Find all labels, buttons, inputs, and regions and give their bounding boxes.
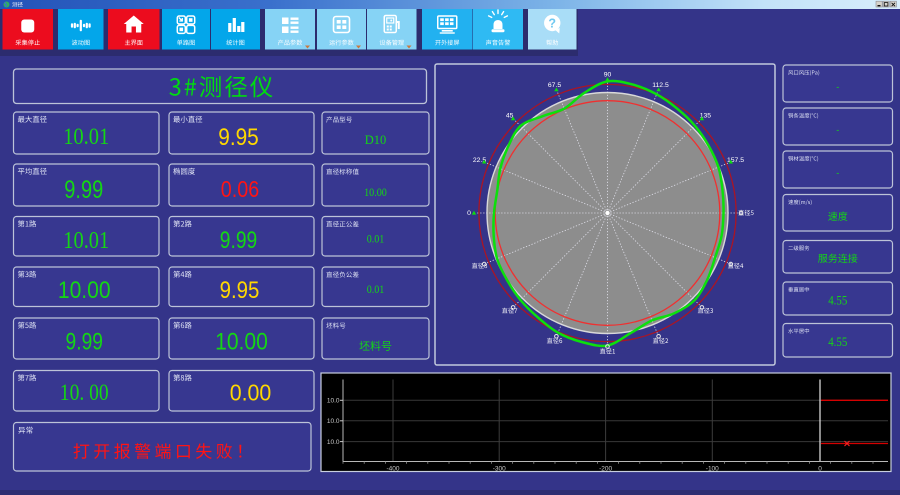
svg-text:9.95: 9.95 (218, 124, 259, 151)
svg-text:10.00: 10.00 (215, 329, 268, 356)
svg-text:10.00: 10.00 (364, 185, 387, 199)
svg-text:9.99: 9.99 (220, 227, 257, 254)
svg-text:-: - (836, 125, 839, 135)
svg-text:10.01: 10.01 (63, 124, 109, 149)
svg-text:10.0: 10.0 (327, 439, 340, 446)
svg-text:0.01: 0.01 (367, 232, 385, 246)
svg-text:0.06: 0.06 (221, 176, 259, 202)
svg-text:0.01: 0.01 (367, 282, 385, 296)
svg-text:112.5: 112.5 (652, 82, 669, 89)
svg-text:4.55: 4.55 (828, 334, 847, 349)
svg-text:10.00: 10.00 (58, 277, 111, 304)
svg-text:10.0: 10.0 (327, 398, 340, 405)
svg-text:0.00: 0.00 (230, 380, 272, 406)
svg-text:-: - (836, 168, 839, 178)
svg-text:-400: -400 (386, 465, 399, 472)
svg-text:?: ? (548, 17, 556, 31)
svg-text:-300: -300 (493, 465, 506, 472)
svg-text:4.55: 4.55 (828, 293, 847, 308)
svg-text:10.01: 10.01 (63, 228, 109, 254)
svg-text:D10: D10 (365, 133, 387, 147)
svg-text:0: 0 (467, 210, 471, 217)
svg-text:10. 00: 10. 00 (60, 380, 109, 405)
svg-text:-200: -200 (599, 465, 612, 472)
svg-text:9.99: 9.99 (66, 329, 103, 356)
svg-text:9.99: 9.99 (64, 176, 103, 204)
svg-text:9.95: 9.95 (220, 277, 260, 304)
svg-text:0: 0 (818, 465, 822, 472)
svg-text:10.0: 10.0 (327, 418, 340, 425)
svg-text:-: - (836, 82, 839, 92)
svg-text:67.5: 67.5 (548, 82, 561, 89)
svg-text:-100: -100 (706, 465, 719, 472)
